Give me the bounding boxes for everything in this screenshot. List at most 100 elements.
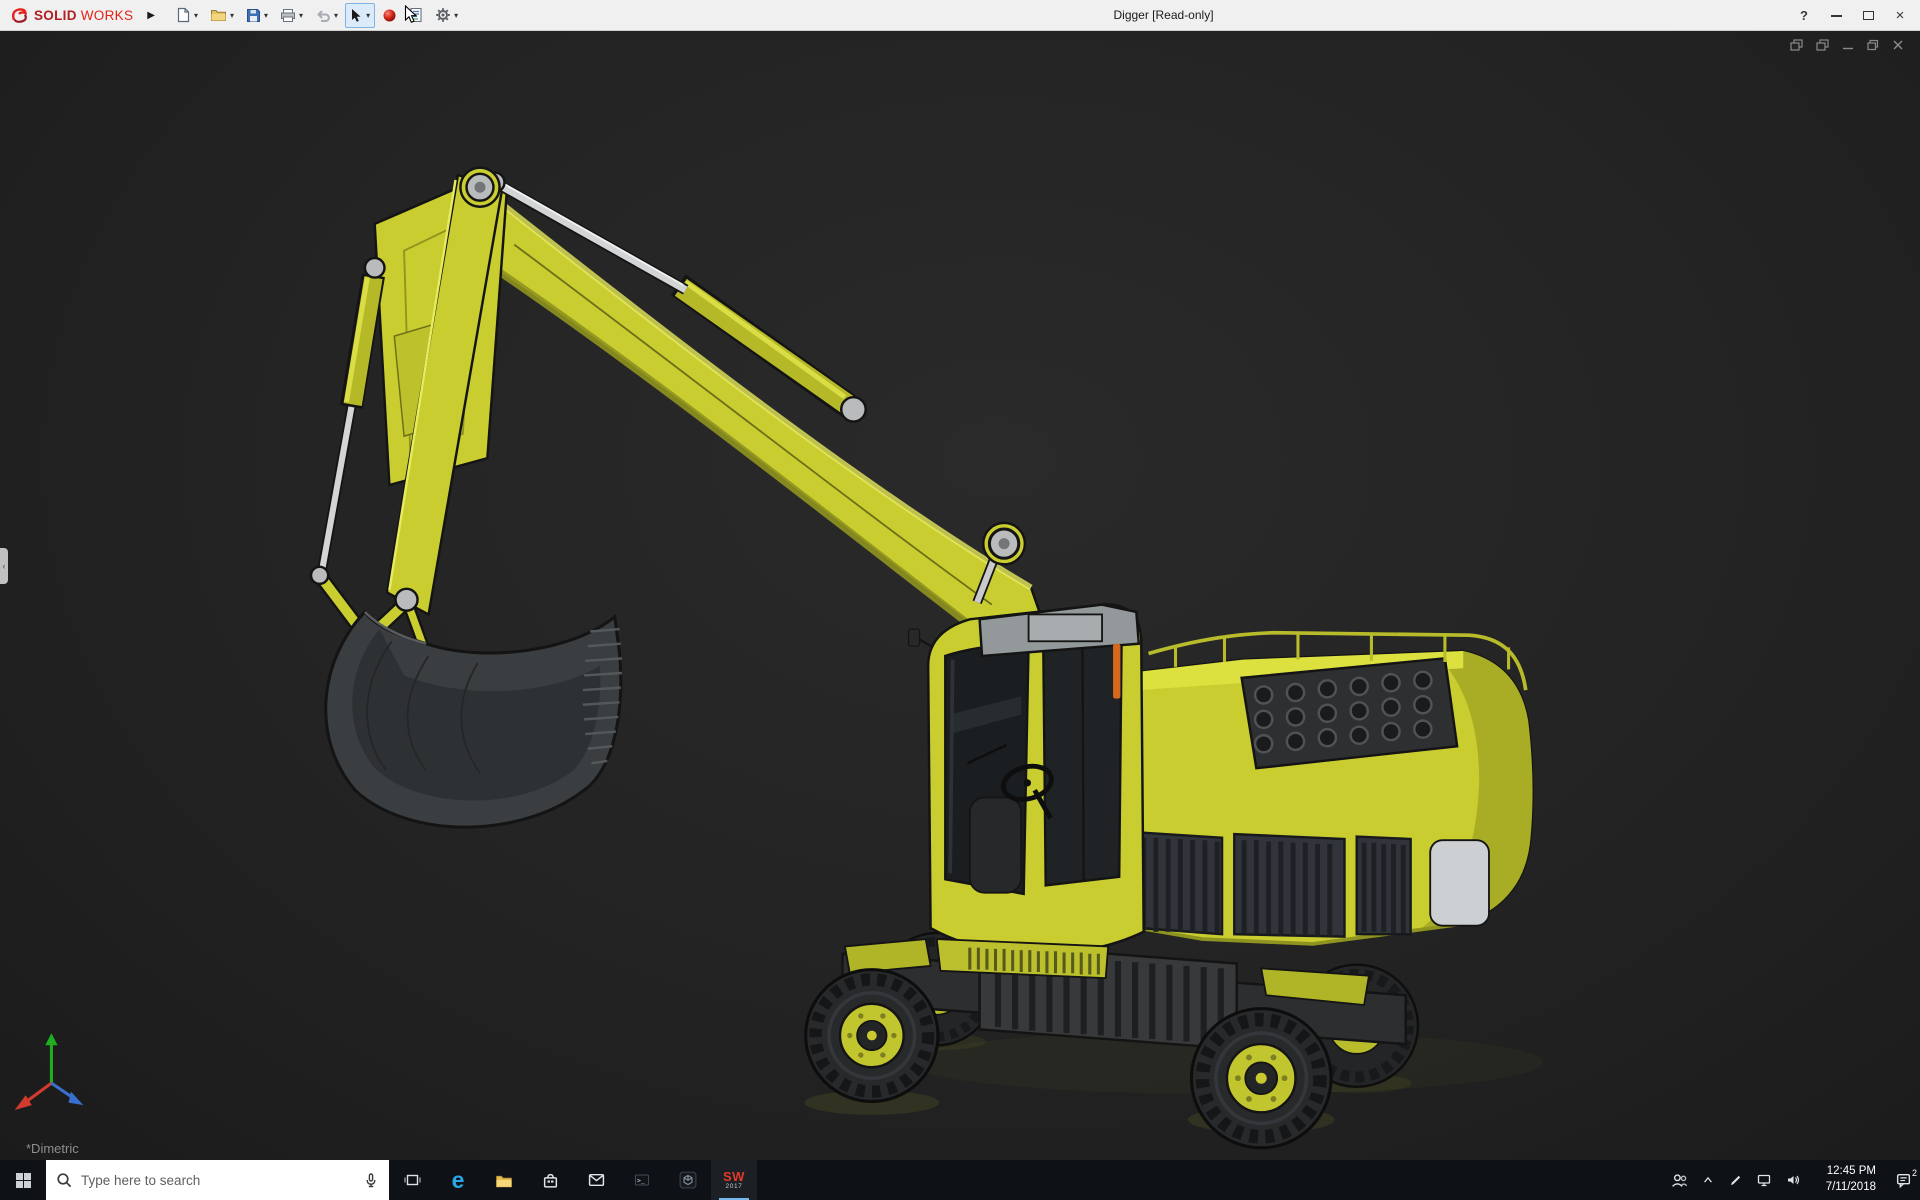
search-input[interactable] — [81, 1172, 355, 1188]
start-button[interactable] — [0, 1160, 46, 1200]
rear-side-panel — [1429, 839, 1490, 927]
print-button[interactable]: ▾ — [275, 3, 308, 28]
orientation-triad[interactable] — [14, 1033, 84, 1110]
cascade-button[interactable] — [1816, 39, 1829, 51]
close-button[interactable]: × — [1884, 0, 1916, 31]
orientation-label: *Dimetric — [26, 1141, 79, 1156]
volume-button[interactable] — [1785, 1172, 1801, 1188]
wheel-front-left — [804, 968, 940, 1103]
chevron-down-icon[interactable]: ▾ — [299, 11, 303, 20]
menu-expand-arrow[interactable]: ▶ — [147, 10, 155, 21]
app-store[interactable] — [527, 1160, 573, 1200]
app-mail[interactable] — [573, 1160, 619, 1200]
wheel-front-right — [1189, 1007, 1333, 1150]
front-step — [935, 938, 1110, 980]
chevron-down-icon[interactable]: ▾ — [334, 11, 338, 20]
action-center-icon — [1896, 1173, 1911, 1188]
task-view-icon — [403, 1174, 421, 1186]
maximize-button[interactable] — [1852, 0, 1884, 31]
clock-time: 12:45 PM — [1826, 1165, 1876, 1178]
folder-icon — [211, 10, 226, 21]
store-bag-icon — [543, 1173, 557, 1188]
show-hidden-icons-button[interactable] — [1701, 1174, 1715, 1186]
app-solidworks-2017[interactable]: SW 2017 — [711, 1160, 757, 1200]
windows-ink-button[interactable] — [1728, 1173, 1743, 1188]
system-tray: 12:45 PM 7/11/2018 2 — [1671, 1160, 1920, 1200]
cursor-icon — [352, 8, 361, 22]
page-icon — [177, 7, 190, 23]
doc-restore-button[interactable] — [1867, 39, 1879, 51]
cube-app-icon — [679, 1171, 697, 1189]
red-sphere-icon — [383, 9, 396, 21]
bucket — [324, 609, 623, 829]
graphics-viewport[interactable]: ‹ *Dimetric — [0, 31, 1920, 1160]
mail-icon — [588, 1173, 604, 1187]
printer-icon — [281, 8, 296, 22]
notification-badge: 2 — [1911, 1168, 1917, 1178]
solidworks-2017-icon: SW 2017 — [723, 1168, 745, 1190]
side-grilles — [1106, 829, 1412, 938]
new-document-button[interactable]: ▾ — [171, 3, 203, 28]
chevron-down-icon[interactable]: ▾ — [366, 11, 370, 20]
taskbar: e >_ SW 2017 — [0, 1160, 1920, 1200]
maximize-icon — [1862, 11, 1874, 20]
exhaust-detail — [1113, 643, 1121, 699]
console-icon: >_ — [635, 1174, 649, 1186]
console-prompt-glyph: >_ — [637, 1177, 645, 1185]
titlebar: SOLID WORKS ▶ ▾ ▾ ▾ ▾ ▾ ▾ ▾ Digger [Read… — [0, 0, 1920, 31]
file-explorer-icon — [496, 1175, 512, 1187]
app-file-explorer[interactable] — [481, 1160, 527, 1200]
doc-close-button[interactable] — [1892, 39, 1904, 51]
cab[interactable] — [907, 603, 1145, 957]
brand-text-secondary: WORKS — [80, 7, 134, 23]
ds-swirl-icon — [11, 7, 27, 23]
undo-button[interactable]: ▾ — [310, 3, 343, 28]
app-cube[interactable] — [665, 1160, 711, 1200]
upper-body[interactable] — [1106, 630, 1534, 946]
volume-icon — [1788, 1175, 1800, 1185]
network-icon — [1757, 1174, 1771, 1187]
solidworks-logo: SOLID WORKS — [10, 7, 133, 24]
document-info-icon — [410, 7, 422, 23]
floppy-icon — [247, 8, 261, 22]
taskbar-clock[interactable]: 12:45 PM 7/11/2018 — [1814, 1164, 1876, 1195]
app-console[interactable]: >_ — [619, 1160, 665, 1200]
seat — [968, 796, 1023, 894]
taskbar-search[interactable] — [46, 1160, 389, 1200]
document-title: Digger [Read-only] — [1113, 8, 1214, 22]
minimize-icon — [1830, 14, 1842, 17]
task-view-button[interactable] — [389, 1160, 435, 1200]
excavator-model[interactable] — [309, 166, 1534, 1150]
edge-icon: e — [451, 1166, 465, 1193]
open-button[interactable]: ▾ — [205, 3, 239, 28]
chevron-down-icon[interactable]: ▾ — [454, 11, 458, 20]
options-button[interactable]: ▾ — [430, 3, 463, 28]
gear-icon — [436, 8, 450, 22]
search-magnifier-icon — [57, 1172, 72, 1187]
undo-arrow-icon — [317, 9, 330, 22]
save-button[interactable]: ▾ — [241, 3, 273, 28]
help-button[interactable]: ? — [1788, 0, 1820, 31]
bucket-cylinder — [317, 256, 386, 572]
file-properties-button[interactable] — [404, 3, 428, 28]
clock-date: 7/11/2018 — [1825, 1181, 1876, 1193]
chevron-up-icon — [1704, 1176, 1712, 1183]
select-tool-button[interactable]: ▾ — [345, 2, 376, 28]
chevron-down-icon[interactable]: ▾ — [194, 11, 198, 20]
document-window-controls — [1790, 39, 1904, 51]
chevron-down-icon[interactable]: ▾ — [230, 11, 234, 20]
network-button[interactable] — [1756, 1172, 1772, 1188]
people-button[interactable] — [1671, 1173, 1688, 1188]
feature-tree-collapsed-tab[interactable]: ‹ — [0, 547, 8, 584]
mirror — [907, 628, 921, 647]
microphone-icon[interactable] — [363, 1172, 379, 1189]
action-center-button[interactable]: 2 — [1895, 1168, 1917, 1188]
model-scene — [14, 166, 1543, 1150]
chevron-down-icon[interactable]: ▾ — [264, 11, 268, 20]
windows-logo-icon — [15, 1172, 31, 1188]
new-window-button[interactable] — [1790, 39, 1803, 51]
doc-minimize-button[interactable] — [1842, 39, 1854, 51]
app-edge[interactable]: e — [435, 1160, 481, 1200]
minimize-button[interactable] — [1820, 0, 1852, 31]
appearance-button[interactable] — [377, 3, 402, 28]
